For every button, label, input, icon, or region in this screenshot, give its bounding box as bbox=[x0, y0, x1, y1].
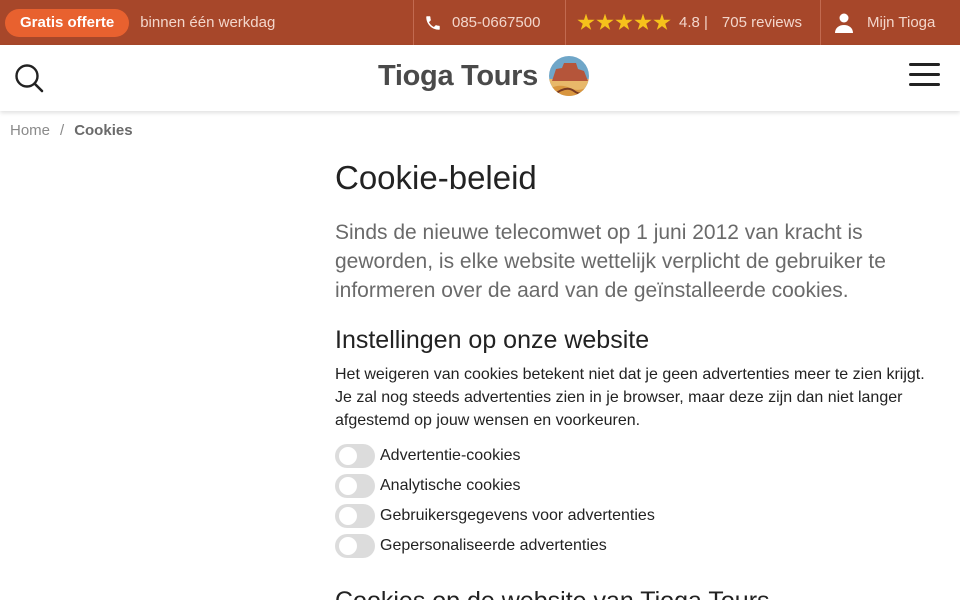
cookie-toggles: Advertentie-cookies Analytische cookies … bbox=[335, 441, 935, 561]
reviews-count: 705 reviews bbox=[721, 14, 802, 31]
rating-score: 4.8 | bbox=[679, 14, 708, 31]
free-quote-button[interactable]: Gratis offerte bbox=[5, 8, 130, 37]
account-link[interactable]: Mijn Tioga bbox=[820, 0, 960, 45]
toggle-label: Gebruikersgegevens voor advertenties bbox=[380, 507, 655, 524]
breadcrumb-separator: / bbox=[60, 122, 65, 139]
offer-segment: Gratis offerte binnen één werkdag bbox=[0, 0, 413, 45]
logo-text: Tioga Tours bbox=[378, 59, 538, 92]
toggle-row-analytics: Analytische cookies bbox=[335, 471, 935, 501]
settings-heading: Instellingen op onze website bbox=[335, 326, 650, 354]
phone-icon bbox=[424, 14, 442, 32]
offer-subtext: binnen één werkdag bbox=[140, 14, 276, 31]
phone-link[interactable]: 085-0667500 bbox=[413, 0, 565, 45]
personalized-ads-toggle[interactable] bbox=[335, 534, 375, 558]
toggle-row-advertising: Advertentie-cookies bbox=[335, 441, 935, 471]
reviews-link[interactable]: 4.8 | 705 reviews bbox=[565, 0, 820, 45]
top-bar: Gratis offerte binnen één werkdag 085-06… bbox=[0, 0, 960, 45]
star-rating bbox=[577, 13, 671, 32]
star-icon bbox=[615, 13, 633, 30]
toggle-row-user-data: Gebruikersgegevens voor advertenties bbox=[335, 501, 935, 531]
star-icon bbox=[577, 13, 595, 30]
breadcrumb-current: Cookies bbox=[74, 122, 133, 139]
account-label: Mijn Tioga bbox=[867, 14, 936, 31]
star-icon bbox=[634, 13, 652, 30]
user-icon bbox=[835, 13, 853, 33]
toggle-label: Analytische cookies bbox=[380, 477, 521, 494]
cookies-section-heading: Cookies op de website van Tioga Tours bbox=[335, 586, 935, 600]
site-logo[interactable]: Tioga Tours bbox=[378, 55, 590, 97]
phone-number: 085-0667500 bbox=[452, 14, 541, 31]
toggle-label: Gepersonaliseerde advertenties bbox=[380, 537, 607, 554]
intro-text: Sinds de nieuwe telecomwet op 1 juni 201… bbox=[335, 221, 886, 302]
breadcrumb-home[interactable]: Home bbox=[10, 122, 50, 139]
analytics-cookies-toggle[interactable] bbox=[335, 474, 375, 498]
settings-text: Het weigeren van cookies betekent niet d… bbox=[335, 366, 925, 429]
toggle-label: Advertentie-cookies bbox=[380, 447, 521, 464]
user-data-toggle[interactable] bbox=[335, 504, 375, 528]
star-icon bbox=[596, 13, 614, 30]
hamburger-menu-icon[interactable] bbox=[909, 63, 940, 89]
logo-mesa-icon bbox=[548, 55, 590, 97]
breadcrumb: Home / Cookies bbox=[10, 122, 133, 139]
main-content: Cookie-beleid Sinds de nieuwe telecomwet… bbox=[335, 158, 935, 600]
page-title: Cookie-beleid bbox=[335, 159, 537, 196]
toggle-row-personalized: Gepersonaliseerde advertenties bbox=[335, 531, 935, 561]
star-icon bbox=[653, 13, 671, 30]
site-header: Tioga Tours bbox=[0, 45, 960, 111]
search-icon[interactable] bbox=[13, 62, 45, 94]
advertising-cookies-toggle[interactable] bbox=[335, 444, 375, 468]
